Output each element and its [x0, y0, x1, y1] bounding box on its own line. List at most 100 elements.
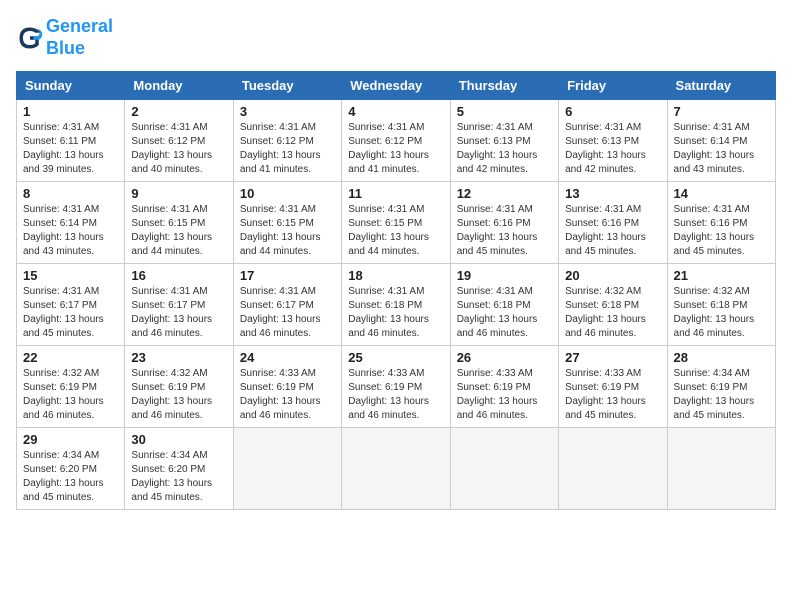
- logo-blue: Blue: [46, 38, 85, 58]
- day-info: Sunrise: 4:31 AMSunset: 6:16 PMDaylight:…: [457, 204, 538, 257]
- calendar-cell: 30Sunrise: 4:34 AMSunset: 6:20 PMDayligh…: [125, 428, 233, 510]
- day-info: Sunrise: 4:31 AMSunset: 6:18 PMDaylight:…: [348, 286, 429, 339]
- day-number: 30: [131, 432, 226, 447]
- day-info: Sunrise: 4:33 AMSunset: 6:19 PMDaylight:…: [348, 368, 429, 421]
- day-number: 8: [23, 186, 118, 201]
- calendar-cell: 19 Sunrise: 4:31 AMSunset: 6:18 PMDayligh…: [450, 264, 558, 346]
- calendar-week-row: 8 Sunrise: 4:31 AMSunset: 6:14 PMDaylight…: [17, 182, 776, 264]
- day-info: Sunrise: 4:33 AMSunset: 6:19 PMDaylight:…: [457, 368, 538, 421]
- calendar-cell: 3Sunrise: 4:31 AMSunset: 6:12 PMDaylight…: [233, 100, 341, 182]
- calendar-cell: 23 Sunrise: 4:32 AMSunset: 6:19 PMDayligh…: [125, 346, 233, 428]
- day-number: 19: [457, 268, 552, 283]
- weekday-header: Sunday: [17, 72, 125, 100]
- calendar-cell: [342, 428, 450, 510]
- day-number: 15: [23, 268, 118, 283]
- weekday-header: Monday: [125, 72, 233, 100]
- calendar-cell: 15 Sunrise: 4:31 AMSunset: 6:17 PMDayligh…: [17, 264, 125, 346]
- calendar-cell: 29Sunrise: 4:34 AMSunset: 6:20 PMDayligh…: [17, 428, 125, 510]
- calendar-cell: 28 Sunrise: 4:34 AMSunset: 6:19 PMDayligh…: [667, 346, 775, 428]
- day-number: 20: [565, 268, 660, 283]
- day-info: Sunrise: 4:34 AMSunset: 6:19 PMDaylight:…: [674, 368, 755, 421]
- calendar-cell: 2 Sunrise: 4:31 AMSunset: 6:12 PMDaylight…: [125, 100, 233, 182]
- calendar-cell: 24 Sunrise: 4:33 AMSunset: 6:19 PMDayligh…: [233, 346, 341, 428]
- calendar-header-row: SundayMondayTuesdayWednesdayThursdayFrid…: [17, 72, 776, 100]
- calendar-cell: [667, 428, 775, 510]
- calendar-cell: 13 Sunrise: 4:31 AMSunset: 6:16 PMDayligh…: [559, 182, 667, 264]
- logo: General Blue: [16, 16, 113, 59]
- calendar-cell: 20 Sunrise: 4:32 AMSunset: 6:18 PMDayligh…: [559, 264, 667, 346]
- calendar-cell: 21 Sunrise: 4:32 AMSunset: 6:18 PMDayligh…: [667, 264, 775, 346]
- day-number: 28: [674, 350, 769, 365]
- page-header: General Blue: [16, 16, 776, 59]
- calendar-week-row: 1 Sunrise: 4:31 AMSunset: 6:11 PMDaylight…: [17, 100, 776, 182]
- weekday-header: Friday: [559, 72, 667, 100]
- calendar-cell: 12 Sunrise: 4:31 AMSunset: 6:16 PMDayligh…: [450, 182, 558, 264]
- calendar-cell: 5Sunrise: 4:31 AMSunset: 6:13 PMDaylight…: [450, 100, 558, 182]
- day-info: Sunrise: 4:31 AMSunset: 6:15 PMDaylight:…: [240, 204, 321, 257]
- calendar-cell: 6 Sunrise: 4:31 AMSunset: 6:13 PMDaylight…: [559, 100, 667, 182]
- day-info: Sunrise: 4:31 AMSunset: 6:16 PMDaylight:…: [565, 204, 646, 257]
- weekday-header: Tuesday: [233, 72, 341, 100]
- day-number: 11: [348, 186, 443, 201]
- day-number: 14: [674, 186, 769, 201]
- day-number: 10: [240, 186, 335, 201]
- logo-general: General: [46, 16, 113, 36]
- calendar-cell: 22 Sunrise: 4:32 AMSunset: 6:19 PMDayligh…: [17, 346, 125, 428]
- day-info: Sunrise: 4:31 AMSunset: 6:11 PMDaylight:…: [23, 122, 104, 175]
- calendar-cell: 16 Sunrise: 4:31 AMSunset: 6:17 PMDayligh…: [125, 264, 233, 346]
- calendar-week-row: 15 Sunrise: 4:31 AMSunset: 6:17 PMDayligh…: [17, 264, 776, 346]
- day-info: Sunrise: 4:33 AMSunset: 6:19 PMDaylight:…: [240, 368, 321, 421]
- day-number: 2: [131, 104, 226, 119]
- day-number: 5: [457, 104, 552, 119]
- calendar-cell: 17Sunrise: 4:31 AMSunset: 6:17 PMDayligh…: [233, 264, 341, 346]
- day-info: Sunrise: 4:31 AMSunset: 6:18 PMDaylight:…: [457, 286, 538, 339]
- day-number: 6: [565, 104, 660, 119]
- weekday-header: Thursday: [450, 72, 558, 100]
- day-number: 23: [131, 350, 226, 365]
- calendar-cell: 8 Sunrise: 4:31 AMSunset: 6:14 PMDaylight…: [17, 182, 125, 264]
- calendar-week-row: 22 Sunrise: 4:32 AMSunset: 6:19 PMDayligh…: [17, 346, 776, 428]
- day-number: 22: [23, 350, 118, 365]
- day-info: Sunrise: 4:31 AMSunset: 6:12 PMDaylight:…: [131, 122, 212, 175]
- day-info: Sunrise: 4:32 AMSunset: 6:19 PMDaylight:…: [23, 368, 104, 421]
- day-info: Sunrise: 4:31 AMSunset: 6:16 PMDaylight:…: [674, 204, 755, 257]
- day-number: 25: [348, 350, 443, 365]
- day-number: 1: [23, 104, 118, 119]
- day-number: 26: [457, 350, 552, 365]
- calendar-cell: 1 Sunrise: 4:31 AMSunset: 6:11 PMDaylight…: [17, 100, 125, 182]
- day-info: Sunrise: 4:31 AMSunset: 6:17 PMDaylight:…: [131, 286, 212, 339]
- day-info: Sunrise: 4:31 AMSunset: 6:12 PMDaylight:…: [348, 122, 429, 175]
- calendar-cell: 26 Sunrise: 4:33 AMSunset: 6:19 PMDayligh…: [450, 346, 558, 428]
- day-number: 18: [348, 268, 443, 283]
- day-number: 16: [131, 268, 226, 283]
- calendar-cell: 9Sunrise: 4:31 AMSunset: 6:15 PMDaylight…: [125, 182, 233, 264]
- day-info: Sunrise: 4:32 AMSunset: 6:19 PMDaylight:…: [131, 368, 212, 421]
- day-info: Sunrise: 4:31 AMSunset: 6:14 PMDaylight:…: [674, 122, 755, 175]
- day-number: 27: [565, 350, 660, 365]
- day-info: Sunrise: 4:33 AMSunset: 6:19 PMDaylight:…: [565, 368, 646, 421]
- day-info: Sunrise: 4:31 AMSunset: 6:13 PMDaylight:…: [565, 122, 646, 175]
- day-info: Sunrise: 4:31 AMSunset: 6:17 PMDaylight:…: [240, 286, 321, 339]
- calendar-cell: 18 Sunrise: 4:31 AMSunset: 6:18 PMDayligh…: [342, 264, 450, 346]
- day-info: Sunrise: 4:31 AMSunset: 6:15 PMDaylight:…: [131, 204, 212, 257]
- calendar-cell: 25 Sunrise: 4:33 AMSunset: 6:19 PMDayligh…: [342, 346, 450, 428]
- calendar-week-row: 29Sunrise: 4:34 AMSunset: 6:20 PMDayligh…: [17, 428, 776, 510]
- day-info: Sunrise: 4:31 AMSunset: 6:17 PMDaylight:…: [23, 286, 104, 339]
- day-number: 12: [457, 186, 552, 201]
- day-info: Sunrise: 4:31 AMSunset: 6:14 PMDaylight:…: [23, 204, 104, 257]
- calendar-cell: 10 Sunrise: 4:31 AMSunset: 6:15 PMDayligh…: [233, 182, 341, 264]
- calendar-cell: [450, 428, 558, 510]
- day-info: Sunrise: 4:32 AMSunset: 6:18 PMDaylight:…: [565, 286, 646, 339]
- day-number: 24: [240, 350, 335, 365]
- calendar-cell: 14 Sunrise: 4:31 AMSunset: 6:16 PMDayligh…: [667, 182, 775, 264]
- day-number: 29: [23, 432, 118, 447]
- day-number: 13: [565, 186, 660, 201]
- day-number: 3: [240, 104, 335, 119]
- day-number: 21: [674, 268, 769, 283]
- day-info: Sunrise: 4:32 AMSunset: 6:18 PMDaylight:…: [674, 286, 755, 339]
- day-number: 7: [674, 104, 769, 119]
- calendar-cell: 7 Sunrise: 4:31 AMSunset: 6:14 PMDaylight…: [667, 100, 775, 182]
- weekday-header: Wednesday: [342, 72, 450, 100]
- day-info: Sunrise: 4:31 AMSunset: 6:15 PMDaylight:…: [348, 204, 429, 257]
- day-number: 4: [348, 104, 443, 119]
